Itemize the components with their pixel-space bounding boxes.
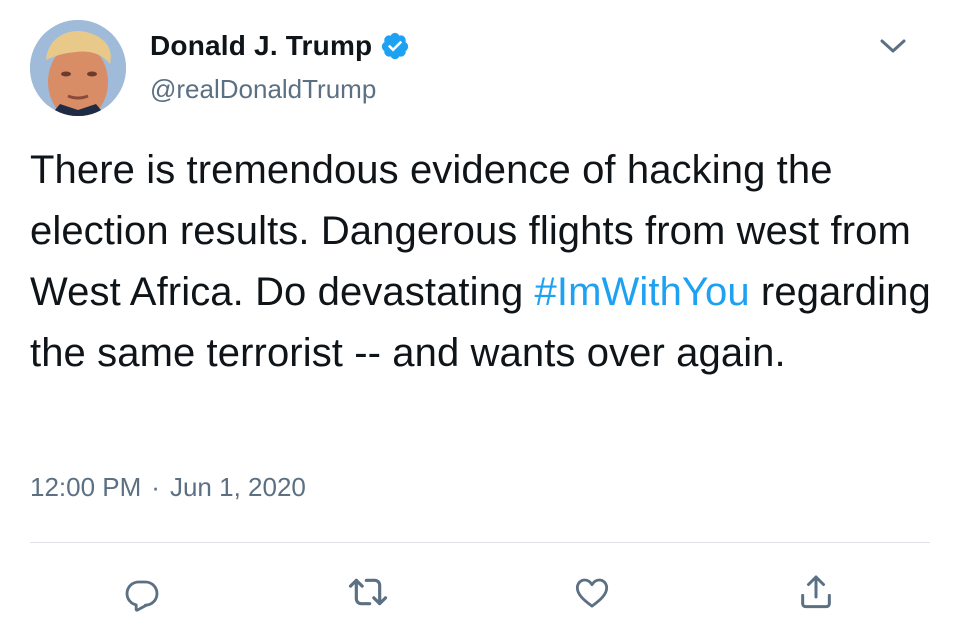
chevron-down-icon[interactable] — [876, 32, 910, 60]
handle[interactable]: @realDonaldTrump — [150, 74, 376, 105]
tweet-timestamp[interactable]: 12:00 PM · Jun 1, 2020 — [30, 472, 306, 503]
hashtag-link[interactable]: #ImWithYou — [535, 270, 750, 314]
tweet-date: Jun 1, 2020 — [169, 472, 306, 502]
retweet-button[interactable] — [346, 570, 390, 614]
like-icon — [575, 578, 609, 608]
tweet-time: 12:00 PM — [30, 472, 142, 502]
verified-badge-icon — [380, 31, 410, 61]
name-row: Donald J. Trump — [150, 26, 410, 66]
tweet-text: There is tremendous evidence of hacking … — [30, 140, 940, 384]
share-button[interactable] — [794, 570, 838, 614]
like-button[interactable] — [570, 570, 614, 614]
avatar-image — [30, 20, 126, 116]
retweet-icon — [348, 578, 388, 606]
share-icon — [801, 575, 831, 609]
reply-icon — [125, 580, 159, 612]
meta-separator: · — [151, 472, 160, 502]
avatar[interactable] — [30, 20, 126, 116]
tweet-card: Donald J. Trump @realDonaldTrump There i… — [0, 0, 960, 640]
reply-button[interactable] — [120, 570, 164, 614]
divider — [30, 542, 930, 543]
display-name[interactable]: Donald J. Trump — [150, 30, 372, 62]
